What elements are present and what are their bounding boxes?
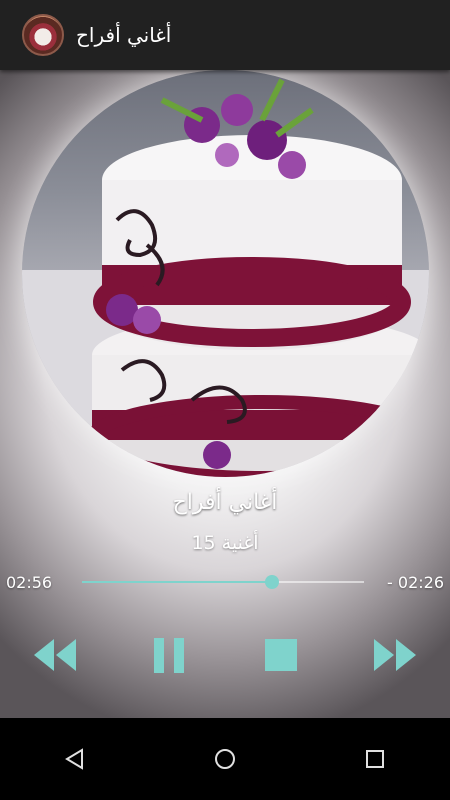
player-area: أغاني أفراح أغنية 15 02:56 - 02:26 [0, 70, 450, 718]
app-logo-icon[interactable] [22, 14, 64, 56]
seek-bar-thumb[interactable] [265, 575, 280, 589]
seek-bar-fill [82, 581, 273, 583]
recents-icon [366, 750, 384, 768]
back-icon [65, 748, 83, 770]
song-title: أغاني أفراح [172, 490, 278, 515]
remaining-time: - 02:26 [387, 573, 444, 592]
pause-button[interactable] [152, 637, 186, 673]
nav-home-button[interactable] [195, 734, 255, 784]
album-art [22, 70, 429, 477]
nav-recents-button[interactable] [345, 734, 405, 784]
stop-button[interactable] [264, 637, 298, 673]
cake-image [22, 78, 429, 477]
song-subtitle: أغنية 15 [191, 532, 259, 554]
system-nav-bar [0, 718, 450, 800]
home-icon [215, 749, 235, 769]
seek-bar[interactable] [82, 575, 364, 589]
nav-back-button[interactable] [45, 734, 105, 784]
app-title: أغاني أفراح [76, 23, 172, 47]
stop-icon [265, 639, 297, 671]
elapsed-time: 02:56 [6, 573, 53, 592]
app-bar: أغاني أفراح [0, 0, 450, 70]
fast-forward-icon [374, 639, 416, 671]
rewind-icon [34, 639, 76, 671]
pause-icon [154, 638, 184, 673]
fast-forward-button[interactable] [372, 637, 420, 673]
rewind-button[interactable] [32, 637, 80, 673]
